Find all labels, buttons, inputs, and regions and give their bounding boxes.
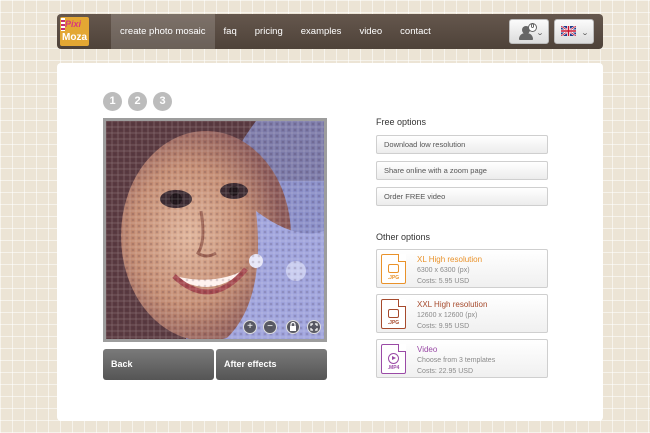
share-online-button[interactable]: Share online with a zoom page: [376, 161, 548, 180]
main-content-card: 1 2 3 + − Back After effects Free option…: [57, 63, 603, 421]
back-button[interactable]: Back: [103, 349, 214, 380]
option-title: XXL High resolution: [417, 300, 488, 309]
video-option[interactable]: .MP4 Video Choose from 3 templates Costs…: [376, 339, 548, 378]
logo-bottom-text: Moza: [62, 32, 87, 43]
mosaic-image: [106, 121, 324, 339]
order-free-video-button[interactable]: Order FREE video: [376, 187, 548, 206]
nav-examples[interactable]: examples: [292, 14, 351, 49]
mp4-video-icon: .MP4: [381, 344, 406, 374]
logo-top-text: Pixi: [65, 19, 82, 29]
chevron-down-icon: ⌄: [580, 30, 590, 37]
nav-create-photo-mosaic[interactable]: create photo mosaic: [111, 14, 215, 49]
free-options-heading: Free options: [376, 117, 427, 127]
step-indicator: 1 2 3: [103, 92, 172, 111]
option-title: XL High resolution: [417, 255, 483, 264]
zoom-in-icon[interactable]: +: [243, 320, 257, 334]
xxl-high-resolution-option[interactable]: .JPG XXL High resolution 12600 x 12600 (…: [376, 294, 548, 333]
option-templates: Choose from 3 templates: [417, 357, 496, 364]
user-menu-button[interactable]: 0 ⌄: [509, 19, 549, 44]
zoom-out-icon[interactable]: −: [263, 320, 277, 334]
nav-contact[interactable]: contact: [391, 14, 440, 49]
option-price: Costs: 5.95 USD: [417, 278, 470, 285]
chevron-down-icon: ⌄: [535, 30, 545, 37]
jpg-print-icon: .JPG: [381, 299, 406, 329]
step-3[interactable]: 3: [153, 92, 172, 111]
uk-flag-icon: [561, 26, 576, 36]
language-select-button[interactable]: ⌄: [554, 19, 594, 44]
option-price: Costs: 22.95 USD: [417, 368, 474, 375]
xl-high-resolution-option[interactable]: .JPG XL High resolution 6300 x 6300 (px)…: [376, 249, 548, 288]
other-options-heading: Other options: [376, 232, 431, 242]
pixi-moza-logo[interactable]: Pixi Moza: [60, 17, 89, 46]
after-effects-button[interactable]: After effects: [216, 349, 327, 380]
download-low-resolution-button[interactable]: Download low resolution: [376, 135, 548, 154]
nav-pricing[interactable]: pricing: [246, 14, 292, 49]
option-resolution: 12600 x 12600 (px): [417, 312, 478, 319]
nav-video[interactable]: video: [350, 14, 391, 49]
photo-mosaic-preview[interactable]: + −: [103, 118, 327, 342]
top-navigation-bar: Pixi Moza create photo mosaic faq pricin…: [57, 14, 603, 49]
step-2[interactable]: 2: [128, 92, 147, 111]
jpg-print-icon: .JPG: [381, 254, 406, 284]
main-nav: create photo mosaic faq pricing examples…: [111, 14, 440, 49]
option-price: Costs: 9.95 USD: [417, 323, 470, 330]
user-icon: 0: [518, 23, 537, 40]
option-resolution: 6300 x 6300 (px): [417, 267, 470, 274]
step-1[interactable]: 1: [103, 92, 122, 111]
nav-faq[interactable]: faq: [215, 14, 246, 49]
option-title: Video: [417, 345, 438, 354]
lock-icon[interactable]: [286, 320, 300, 334]
fullscreen-icon[interactable]: [307, 320, 321, 334]
